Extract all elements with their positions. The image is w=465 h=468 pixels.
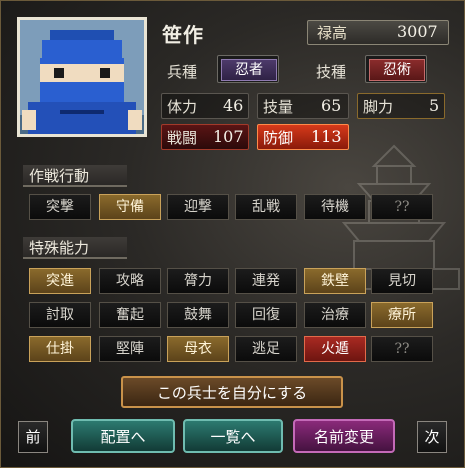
next-button[interactable]: 次 — [417, 421, 447, 453]
leg-label: 脚力 — [363, 98, 394, 116]
skill-type-value: 忍術 — [369, 59, 425, 81]
ability-button[interactable]: 鼓舞 — [167, 302, 229, 328]
abilities-title: 特殊能力 — [23, 237, 127, 259]
defense-value: 113 — [311, 127, 342, 146]
unit-portrait — [17, 17, 147, 137]
make-self-button[interactable]: この兵士を自分にする — [121, 376, 343, 408]
ability-button[interactable]: 逃足 — [235, 336, 297, 362]
ability-button[interactable]: 母衣 — [167, 336, 229, 362]
ninja-portrait-icon — [20, 20, 144, 134]
unit-name: 笹作 — [162, 23, 204, 47]
ability-button[interactable]: 療所 — [371, 302, 433, 328]
skill-amount-value: 65 — [321, 96, 342, 115]
ability-button[interactable]: 連発 — [235, 268, 297, 294]
tactic-button[interactable]: ?? — [371, 194, 433, 220]
salary-value: 3007 — [397, 22, 438, 41]
ability-button[interactable]: 見切 — [371, 268, 433, 294]
attack-value: 107 — [213, 127, 244, 146]
hp-value: 46 — [223, 96, 244, 115]
salary-label: 禄高 — [317, 24, 348, 42]
unit-type-label: 兵種 — [167, 63, 198, 81]
prev-button[interactable]: 前 — [18, 421, 48, 453]
attack-label: 戦闘 — [167, 129, 198, 147]
defense-label: 防御 — [263, 129, 294, 147]
skill-type-label: 技種 — [316, 63, 347, 81]
tactics-title: 作戦行動 — [23, 165, 127, 187]
ability-button[interactable]: 堅陣 — [99, 336, 161, 362]
ability-button[interactable]: 仕掛 — [29, 336, 91, 362]
list-button[interactable]: 一覧へ — [183, 419, 283, 453]
ability-button[interactable]: 回復 — [235, 302, 297, 328]
hp-label: 体力 — [167, 98, 198, 116]
skill-type-badge: 忍術 — [365, 55, 427, 83]
ability-button[interactable]: 突進 — [29, 268, 91, 294]
unit-status-panel: 笹作 禄高 3007 兵種 忍者 技種 忍術 体力 46 技量 65 脚力 5 … — [0, 0, 465, 468]
ability-button[interactable]: 治療 — [304, 302, 366, 328]
tactic-button[interactable]: 迎撃 — [167, 194, 229, 220]
skill-amount-label: 技量 — [263, 98, 294, 116]
ability-button[interactable]: ?? — [371, 336, 433, 362]
tactic-button[interactable]: 守備 — [99, 194, 161, 220]
unit-type-value: 忍者 — [221, 59, 277, 81]
rename-button[interactable]: 名前変更 — [293, 419, 395, 453]
tactic-button[interactable]: 待機 — [304, 194, 366, 220]
leg-value: 5 — [429, 96, 440, 115]
tactic-button[interactable]: 突撃 — [29, 194, 91, 220]
ability-button[interactable]: 膂力 — [167, 268, 229, 294]
deploy-button[interactable]: 配置へ — [71, 419, 175, 453]
ability-button[interactable]: 火遁 — [304, 336, 366, 362]
ability-button[interactable]: 攻略 — [99, 268, 161, 294]
ability-button[interactable]: 奮起 — [99, 302, 161, 328]
ability-button[interactable]: 討取 — [29, 302, 91, 328]
ability-button[interactable]: 鉄壁 — [304, 268, 366, 294]
unit-type-badge: 忍者 — [217, 55, 279, 83]
tactic-button[interactable]: 乱戦 — [235, 194, 297, 220]
